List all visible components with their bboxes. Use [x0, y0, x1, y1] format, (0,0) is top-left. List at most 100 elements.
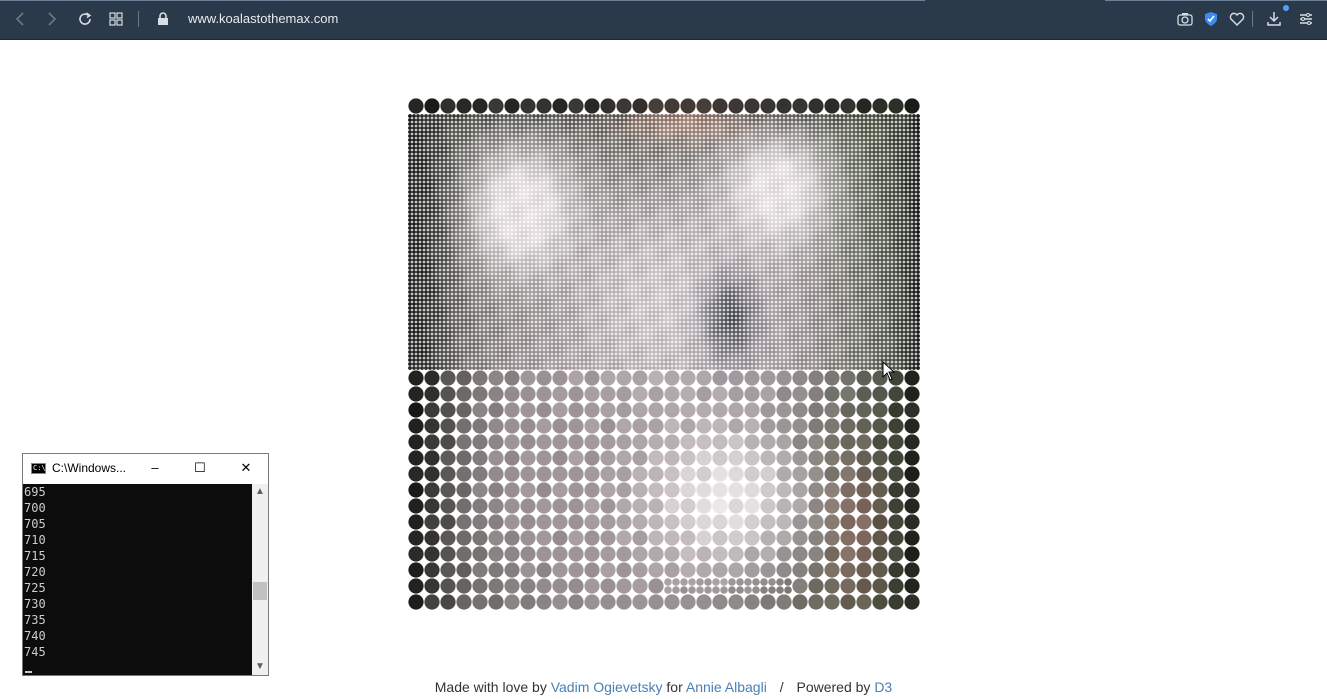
mosaic-dot[interactable] [500, 234, 504, 238]
mosaic-dot[interactable] [864, 178, 868, 182]
mosaic-dot[interactable] [544, 218, 548, 222]
mosaic-dot[interactable] [548, 114, 552, 118]
mosaic-dot[interactable] [876, 202, 880, 206]
mosaic-dot[interactable] [540, 246, 544, 250]
mosaic-dot[interactable] [408, 226, 412, 230]
mosaic-dot[interactable] [536, 242, 540, 246]
mosaic-dot[interactable] [416, 114, 420, 118]
mosaic-dot[interactable] [432, 138, 436, 142]
mosaic-dot[interactable] [864, 214, 868, 218]
mosaic-dot[interactable] [664, 182, 668, 186]
mosaic-dot[interactable] [740, 134, 744, 138]
mosaic-dot[interactable] [448, 254, 452, 258]
mosaic-dot[interactable] [532, 254, 536, 258]
mosaic-dot[interactable] [680, 242, 684, 246]
mosaic-dot[interactable] [484, 166, 488, 170]
mosaic-dot[interactable] [432, 254, 436, 258]
mosaic-dot[interactable] [560, 118, 564, 122]
mosaic-dot[interactable] [448, 130, 452, 134]
mosaic-dot[interactable] [796, 182, 800, 186]
mosaic-dot[interactable] [592, 162, 596, 166]
mosaic-dot[interactable] [684, 122, 688, 126]
mosaic-dot[interactable] [568, 226, 572, 230]
mosaic-dot[interactable] [764, 158, 768, 162]
mosaic-dot[interactable] [412, 218, 416, 222]
mosaic-dot[interactable] [564, 222, 568, 226]
mosaic-dot[interactable] [720, 194, 724, 198]
mosaic-dot[interactable] [884, 170, 888, 174]
mosaic-dot[interactable] [456, 130, 460, 134]
mosaic-dot[interactable] [856, 258, 860, 262]
mosaic-dot[interactable] [692, 130, 696, 134]
mosaic-dot[interactable] [772, 194, 776, 198]
mosaic-dot[interactable] [648, 194, 652, 198]
mosaic-dot[interactable] [836, 158, 840, 162]
mosaic-dot[interactable] [492, 158, 496, 162]
mosaic-dot[interactable] [780, 154, 784, 158]
mosaic-dot[interactable] [764, 206, 768, 210]
mosaic-dot[interactable] [768, 194, 772, 198]
mosaic-dot[interactable] [568, 114, 572, 118]
mosaic-dot[interactable] [692, 210, 696, 214]
mosaic-dot[interactable] [624, 146, 628, 150]
mosaic-dot[interactable] [528, 166, 532, 170]
mosaic-dot[interactable] [624, 182, 628, 186]
mosaic-dot[interactable] [496, 166, 500, 170]
mosaic-dot[interactable] [560, 114, 564, 118]
mosaic-dot[interactable] [480, 258, 484, 262]
mosaic-dot[interactable] [484, 206, 488, 210]
mosaic-dot[interactable] [768, 250, 772, 254]
mosaic-dot[interactable] [788, 210, 792, 214]
mosaic-dot[interactable] [500, 230, 504, 234]
mosaic-dot[interactable] [768, 114, 772, 118]
mosaic-dot[interactable] [656, 126, 660, 130]
mosaic-dot[interactable] [444, 138, 448, 142]
mosaic-dot[interactable] [476, 262, 480, 266]
mosaic-dot[interactable] [468, 230, 472, 234]
mosaic-dot[interactable] [852, 194, 856, 198]
mosaic-dot[interactable] [632, 194, 636, 198]
mosaic-dot[interactable] [900, 210, 904, 214]
mosaic-dot[interactable] [640, 170, 644, 174]
mosaic-dot[interactable] [604, 254, 608, 258]
mosaic-dot[interactable] [556, 222, 560, 226]
mosaic-dot[interactable] [768, 146, 772, 150]
mosaic-dot[interactable] [608, 134, 612, 138]
mosaic-dot[interactable] [704, 122, 708, 126]
mosaic-dot[interactable] [816, 154, 820, 158]
mosaic-dot[interactable] [488, 210, 492, 214]
mosaic-dot[interactable] [584, 126, 588, 130]
mosaic-dot[interactable] [752, 222, 756, 226]
mosaic-dot[interactable] [548, 130, 552, 134]
mosaic-dot[interactable] [544, 250, 548, 254]
mosaic-dot[interactable] [628, 142, 632, 146]
mosaic-dot[interactable] [756, 114, 760, 118]
mosaic-dot[interactable] [784, 154, 788, 158]
mosaic-dot[interactable] [612, 214, 616, 218]
mosaic-dot[interactable] [832, 214, 836, 218]
mosaic-dot[interactable] [852, 226, 856, 230]
mosaic-dot[interactable] [680, 222, 684, 226]
mosaic-dot[interactable] [488, 134, 492, 138]
mosaic-dot[interactable] [816, 150, 820, 154]
mosaic-dot[interactable] [532, 262, 536, 266]
mosaic-dot[interactable] [852, 146, 856, 150]
mosaic-dot[interactable] [892, 178, 896, 182]
mosaic-dot[interactable] [752, 198, 756, 202]
mosaic-dot[interactable] [716, 258, 720, 262]
mosaic-dot[interactable] [576, 186, 580, 190]
mosaic-dot[interactable] [756, 154, 760, 158]
mosaic-dot[interactable] [880, 262, 884, 266]
mosaic-dot[interactable] [804, 194, 808, 198]
mosaic-dot[interactable] [872, 246, 876, 250]
mosaic-dot[interactable] [808, 138, 812, 142]
mosaic-dot[interactable] [872, 190, 876, 194]
mosaic-dot[interactable] [608, 154, 612, 158]
mosaic-dot[interactable] [592, 198, 596, 202]
mosaic-dot[interactable] [804, 154, 808, 158]
mosaic-dot[interactable] [724, 258, 728, 262]
mosaic-dot[interactable] [444, 198, 448, 202]
mosaic-dot[interactable] [432, 122, 436, 126]
mosaic-dot[interactable] [508, 142, 512, 146]
mosaic-dot[interactable] [776, 146, 780, 150]
